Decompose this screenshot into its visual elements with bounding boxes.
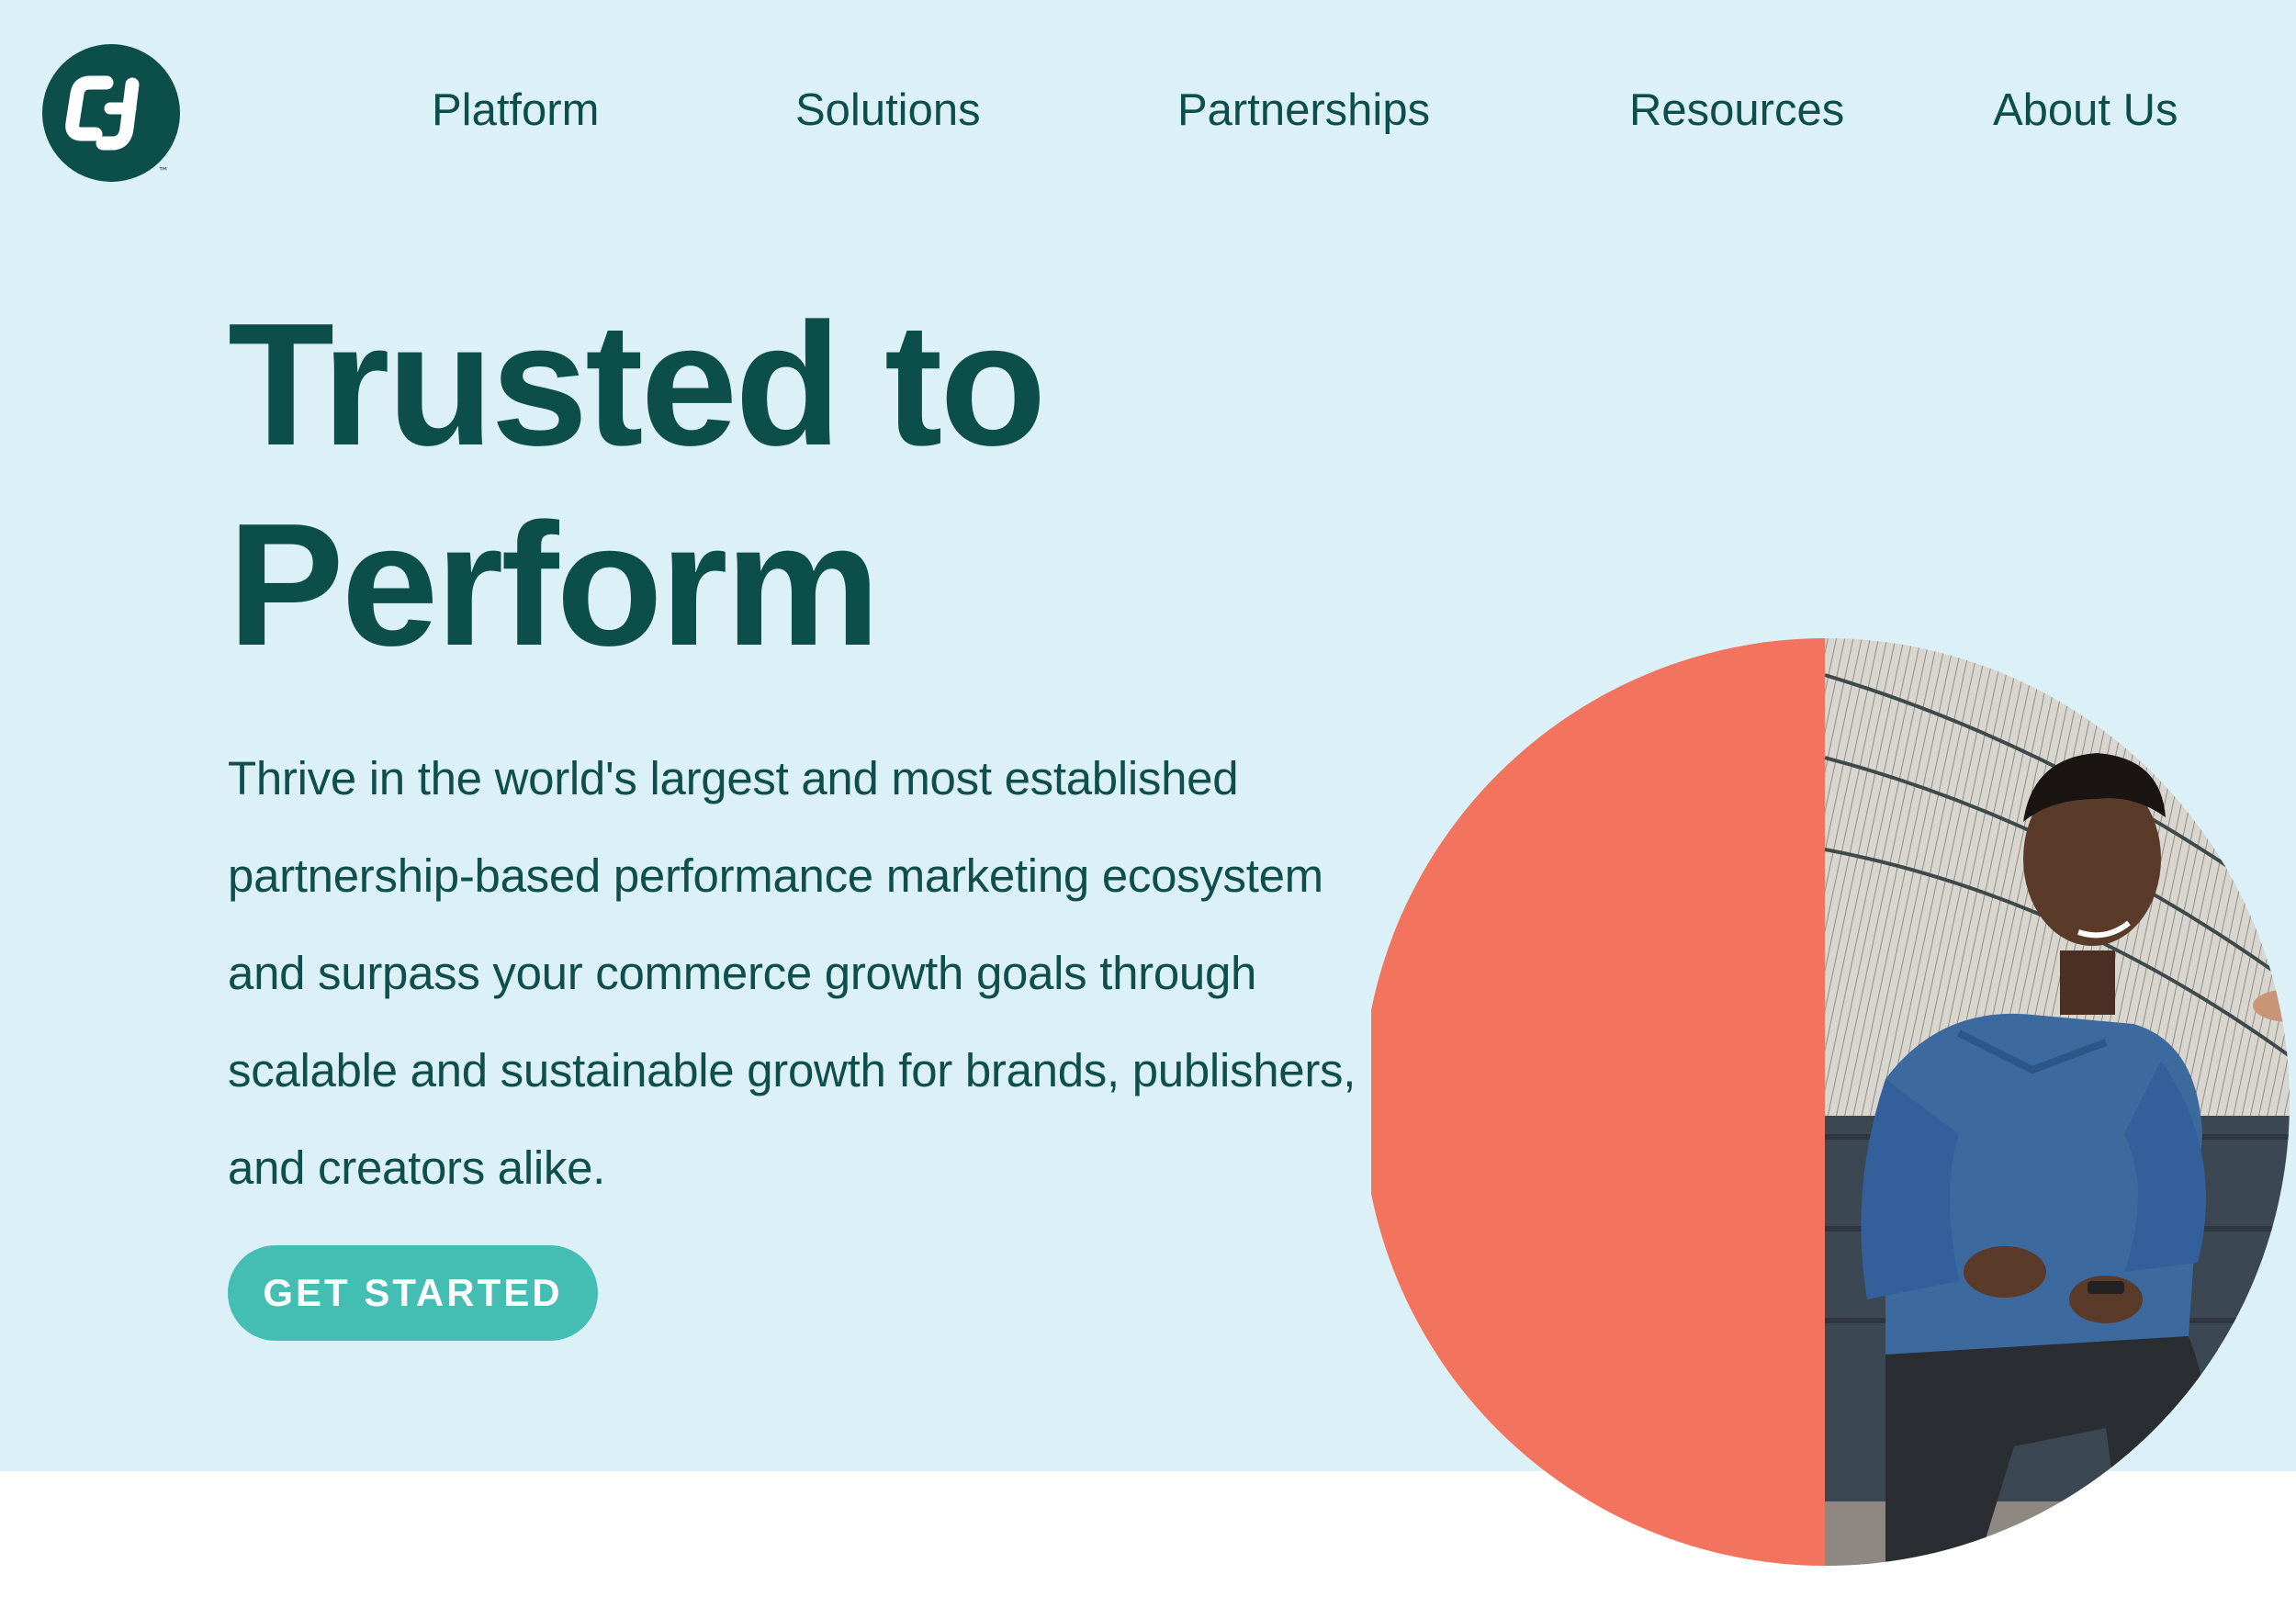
hero-headline: Trusted to Perform — [228, 285, 1046, 685]
trademark-mark: ™ — [158, 165, 169, 178]
get-started-button[interactable]: GET STARTED — [228, 1245, 598, 1341]
nav-item-about-us[interactable]: About Us — [1993, 84, 2178, 136]
page: ™ Platform Solutions Partnerships Resour… — [0, 0, 2296, 1608]
hero-description: Thrive in the world's largest and most e… — [228, 730, 1449, 1217]
nav-item-platform[interactable]: Platform — [432, 84, 599, 136]
hero-image — [1371, 638, 2296, 1566]
coral-half — [1371, 638, 1826, 1566]
description-line: partnership-based performance marketing … — [228, 849, 1323, 902]
nav-item-solutions[interactable]: Solutions — [795, 84, 981, 136]
description-line: Thrive in the world's largest and most e… — [228, 752, 1239, 804]
nav-item-partnerships[interactable]: Partnerships — [1177, 84, 1430, 136]
headline-line: Perform — [228, 488, 881, 682]
headline-line: Trusted to — [228, 287, 1046, 482]
description-line: scalable and sustainable growth for bran… — [228, 1044, 1356, 1096]
cj-logo-icon — [65, 75, 140, 151]
description-line: and surpass your commerce growth goals t… — [228, 947, 1257, 999]
nav-item-resources[interactable]: Resources — [1629, 84, 1844, 136]
cj-logo[interactable] — [42, 44, 180, 182]
description-line: and creators alike. — [228, 1141, 606, 1194]
person-photo-icon — [1371, 638, 2290, 1566]
